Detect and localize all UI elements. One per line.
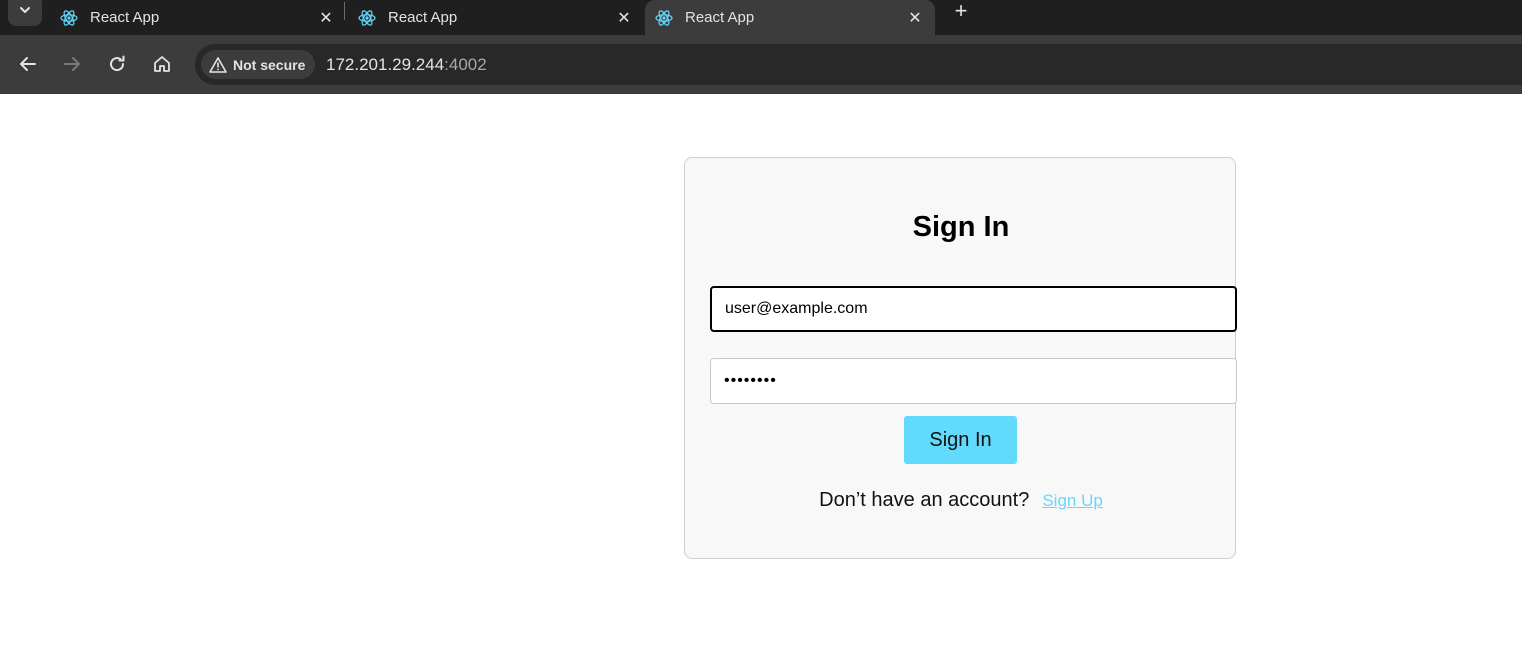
security-label: Not secure — [233, 56, 306, 73]
home-button[interactable] — [150, 52, 174, 76]
forward-button[interactable] — [60, 52, 84, 76]
close-icon[interactable]: ✕ — [316, 8, 336, 28]
arrow-right-icon — [62, 54, 82, 74]
react-icon — [60, 9, 78, 27]
signup-prompt: Don’t have an account? — [819, 489, 1030, 511]
address-bar[interactable]: Not secure 172.201.29.244:4002 — [195, 44, 1522, 85]
page-title: Sign In — [912, 211, 1010, 243]
tab-3-active[interactable]: React App ✕ — [645, 0, 935, 35]
reload-icon — [107, 54, 127, 74]
signin-card: Sign In user@example.com •••••••• Sign I… — [684, 157, 1237, 559]
email-field[interactable]: user@example.com — [710, 286, 1237, 332]
close-icon[interactable]: ✕ — [905, 8, 925, 28]
reload-button[interactable] — [105, 52, 129, 76]
react-icon — [655, 9, 673, 27]
tab-title: React App — [388, 9, 458, 26]
url-text: 172.201.29.244:4002 — [326, 55, 487, 75]
tab-strip: React App ✕ React App ✕ React App ✕ + — [0, 0, 1522, 35]
browser-toolbar: Not secure 172.201.29.244:4002 — [0, 35, 1522, 94]
close-icon[interactable]: ✕ — [614, 8, 634, 28]
url-port: :4002 — [444, 55, 487, 74]
warning-icon — [209, 56, 227, 74]
arrow-left-icon — [18, 54, 38, 74]
tab-title: React App — [90, 9, 160, 26]
home-icon — [152, 54, 172, 74]
signin-button[interactable]: Sign In — [904, 416, 1017, 464]
security-chip[interactable]: Not secure — [201, 50, 316, 79]
new-tab-button[interactable]: + — [948, 0, 974, 23]
tab-1[interactable]: React App ✕ — [60, 0, 336, 35]
signup-link[interactable]: Sign Up — [1042, 491, 1102, 511]
chevron-down-icon — [18, 3, 32, 17]
page-content: Sign In user@example.com •••••••• Sign I… — [0, 94, 1522, 645]
back-button[interactable] — [16, 52, 40, 76]
tab-search-button[interactable] — [8, 0, 42, 26]
url-host: 172.201.29.244 — [326, 55, 445, 74]
tab-2[interactable]: React App ✕ — [358, 0, 634, 35]
tab-title: React App — [685, 9, 755, 26]
plus-icon: + — [954, 0, 968, 23]
password-field[interactable]: •••••••• — [710, 358, 1237, 404]
tab-separator — [344, 2, 345, 20]
react-icon — [358, 9, 376, 27]
signup-row: Don’t have an account? Sign Up — [685, 489, 1237, 512]
